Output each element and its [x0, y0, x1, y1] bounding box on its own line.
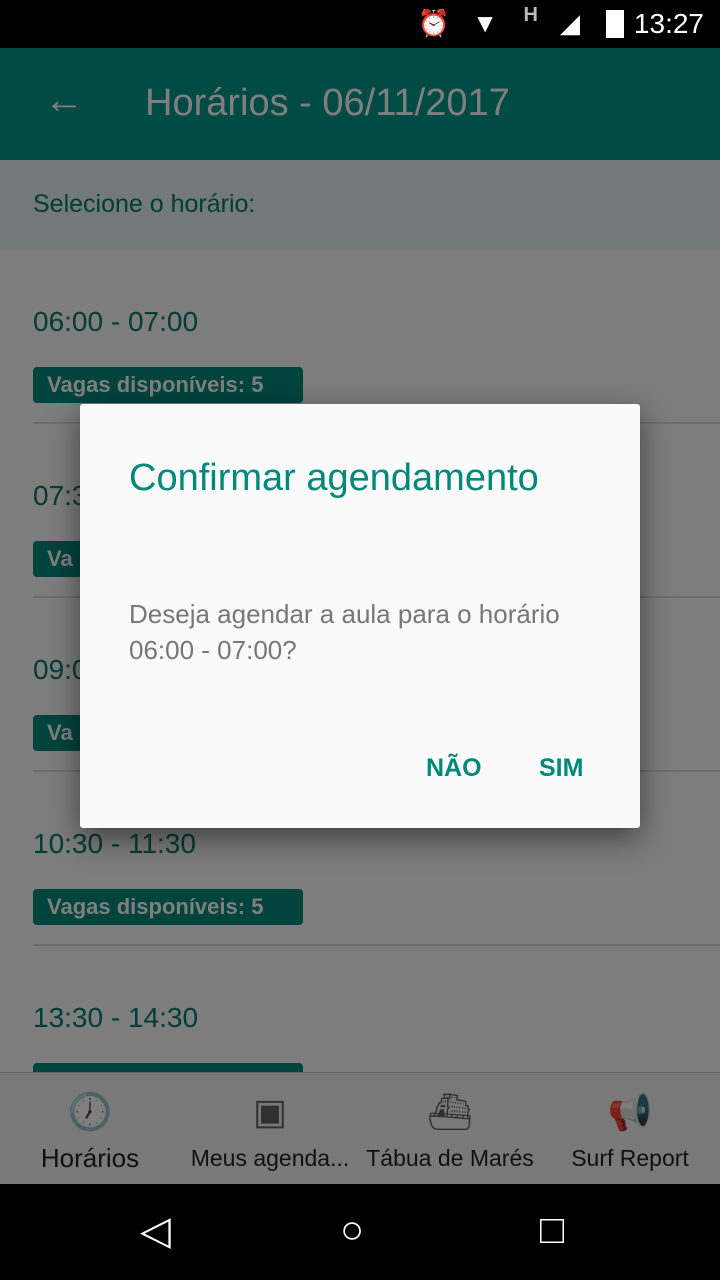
confirm-dialog: Confirmar agendamento Deseja agendar a a… — [80, 404, 640, 828]
dialog-message: Deseja agendar a aula para o horário 06:… — [129, 599, 560, 665]
alarm-icon: ⏰ — [417, 8, 450, 38]
back-icon[interactable]: ◁ — [140, 1208, 171, 1254]
home-icon[interactable]: ○ — [340, 1208, 364, 1253]
system-nav-bar: ◁ ○ □ — [0, 1184, 720, 1280]
battery-icon — [606, 10, 624, 38]
dialog-title: Confirmar agendamento — [129, 457, 539, 499]
status-bar: ⏰ ▼ H ◢ 13:27 — [0, 0, 720, 48]
signal-icon: ◢ — [560, 8, 580, 38]
wifi-icon: ▼ — [472, 8, 498, 38]
recents-icon[interactable]: □ — [540, 1208, 564, 1253]
network-type: H — [523, 4, 538, 26]
clock: 13:27 — [633, 8, 704, 39]
yes-button[interactable]: SIM — [539, 754, 583, 783]
no-button[interactable]: NÃO — [426, 754, 482, 783]
